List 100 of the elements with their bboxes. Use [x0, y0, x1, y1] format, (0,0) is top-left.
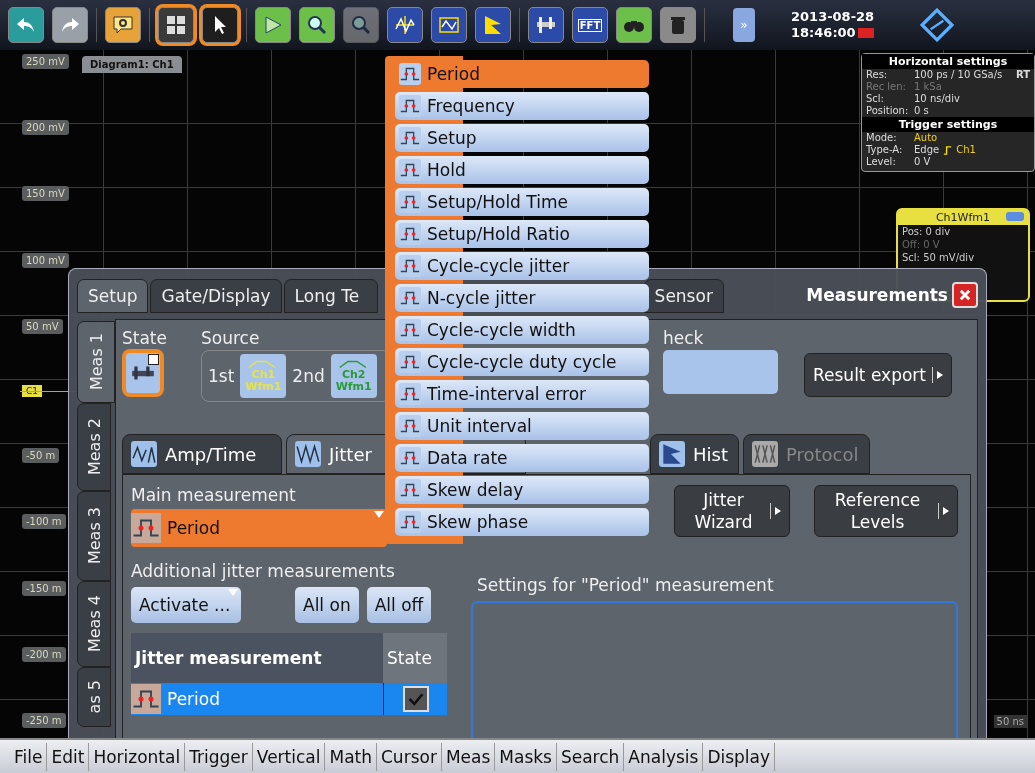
menu-bar-item[interactable]: Masks: [495, 742, 557, 771]
menu-bar-item[interactable]: Trigger: [185, 742, 253, 771]
menu-bar-item[interactable]: Meas: [441, 742, 496, 771]
channel-setting: Scl: 50 mV/div: [901, 251, 976, 264]
menu-bar-item[interactable]: Math: [325, 742, 377, 771]
menu-bar-item[interactable]: Search: [556, 742, 625, 771]
side-tab[interactable]: Meas 3: [77, 491, 111, 581]
menu-item[interactable]: Skew delay: [395, 476, 649, 504]
side-tab[interactable]: Meas 4: [77, 581, 111, 667]
tab[interactable]: Gate/Display: [150, 279, 282, 313]
pulse-icon: [399, 287, 421, 309]
field-label: Source: [201, 328, 260, 348]
axis-label: 200 mV: [22, 120, 69, 136]
menu-item[interactable]: Data rate: [395, 444, 649, 472]
panel-title: Trigger settings: [862, 117, 1034, 132]
menu-item[interactable]: Cycle-cycle duty cycle: [395, 348, 649, 376]
all-on-button[interactable]: All on: [295, 587, 359, 623]
waveform-icon: [393, 13, 417, 37]
setting-value: Auto: [914, 132, 938, 144]
menu-item[interactable]: N-cycle jitter: [395, 284, 649, 312]
pulse-icon: [399, 319, 421, 341]
measurement-dropdown[interactable]: Period: [131, 509, 387, 547]
menu-item[interactable]: Setup/Hold Ratio: [395, 220, 649, 248]
zoom-icon: [305, 13, 329, 37]
dialog-title: Measurements: [806, 285, 948, 305]
tab[interactable]: Amp/Time: [122, 434, 282, 474]
diagram-tab[interactable]: Diagram1: Ch1: [82, 56, 182, 73]
status-flag-icon: [857, 28, 874, 38]
waveform-icon: [131, 441, 157, 467]
tab[interactable]: Hist: [650, 434, 739, 474]
column-header: State: [383, 633, 447, 683]
toolbar-button[interactable]: [387, 7, 423, 43]
side-tab[interactable]: Meas 1: [77, 321, 115, 403]
rising-edge-icon: [943, 145, 953, 155]
axis-label: -100 m: [22, 514, 66, 530]
menu-bar-item[interactable]: Cursor: [377, 742, 442, 771]
menu-item[interactable]: Skew phase: [395, 508, 649, 536]
menu-item[interactable]: Cycle-cycle width: [395, 316, 649, 344]
toolbar-button[interactable]: [158, 7, 194, 43]
menu-item[interactable]: Cycle-cycle jitter: [395, 252, 649, 280]
activate-dropdown[interactable]: Activate ...: [131, 587, 241, 623]
channel-setting: Off: 0 V: [901, 238, 941, 251]
histogram-icon: [659, 441, 685, 467]
setting-value: Edge: [914, 144, 940, 156]
pulse-icon: [399, 415, 421, 437]
toolbar-button[interactable]: [475, 7, 511, 43]
tab[interactable]: Long Te: [283, 279, 378, 313]
menu-item[interactable]: Setup: [395, 124, 649, 152]
menu-item[interactable]: Unit interval: [395, 412, 649, 440]
pulse-icon: [131, 513, 161, 543]
jitter-wizard-button[interactable]: Jitter Wizard: [674, 485, 790, 537]
pulse-icon: [399, 351, 421, 373]
side-tab[interactable]: Meas 2: [77, 403, 111, 491]
toolbar-button[interactable]: [255, 7, 291, 43]
pulse-icon: [399, 191, 421, 213]
source-label: 1st: [208, 366, 235, 386]
close-icon: [958, 288, 972, 302]
time-text: 18:46:00: [791, 25, 856, 41]
layout-icon: [164, 13, 188, 37]
menu-item[interactable]: Time-interval error: [395, 380, 649, 408]
toolbar-button[interactable]: [616, 7, 652, 43]
pulse-icon: [399, 255, 421, 277]
pulse-icon: [399, 95, 421, 117]
diamond-logo-icon: [920, 8, 955, 42]
menu-item[interactable]: Hold: [395, 156, 649, 184]
menu-bar-item[interactable]: Edit: [47, 742, 90, 771]
menu-bar-item[interactable]: Analysis: [624, 742, 704, 771]
toolbar-button[interactable]: [299, 7, 335, 43]
axis-label: 150 mV: [22, 186, 69, 202]
setting-value: 10 ns/div: [914, 93, 960, 105]
close-button[interactable]: [952, 282, 978, 308]
menu-bar-item[interactable]: Display: [703, 742, 776, 771]
axis-label: -50 m: [22, 448, 60, 464]
toolbar-button[interactable]: [528, 7, 564, 43]
setting-label: Mode:: [866, 132, 898, 144]
menu-bar-item[interactable]: File: [10, 742, 48, 771]
side-tab[interactable]: as 5: [77, 667, 111, 727]
tab[interactable]: Setup: [77, 279, 149, 313]
menu-item[interactable]: Frequency: [395, 92, 649, 120]
pulse-icon: [399, 479, 421, 501]
all-off-button[interactable]: All off: [366, 587, 432, 623]
caret-icon: [228, 589, 238, 596]
pulse-icon: [399, 223, 421, 245]
table-row[interactable]: Period: [131, 683, 383, 715]
setting-label: Level:: [866, 156, 897, 168]
menu-item[interactable]: Setup/Hold Time: [395, 188, 649, 216]
toolbar-button[interactable]: FFT: [572, 7, 608, 43]
tab[interactable]: Sensor: [643, 279, 724, 313]
result-export-button[interactable]: Result export: [804, 353, 952, 397]
waveform-icon: [295, 441, 321, 467]
menu-bar-item[interactable]: Vertical: [252, 742, 326, 771]
date-text: 2013-08-28: [791, 9, 875, 25]
toolbar-button[interactable]: [105, 7, 141, 43]
dropdown-field[interactable]: [663, 350, 778, 394]
protocol-icon: [752, 441, 778, 467]
reference-levels-button[interactable]: Reference Levels: [814, 485, 958, 537]
toolbar-button[interactable]: [202, 7, 238, 43]
checkbox[interactable]: [402, 686, 429, 712]
menu-bar-item[interactable]: Horizontal: [89, 742, 186, 771]
pulse-icon: [399, 127, 421, 149]
